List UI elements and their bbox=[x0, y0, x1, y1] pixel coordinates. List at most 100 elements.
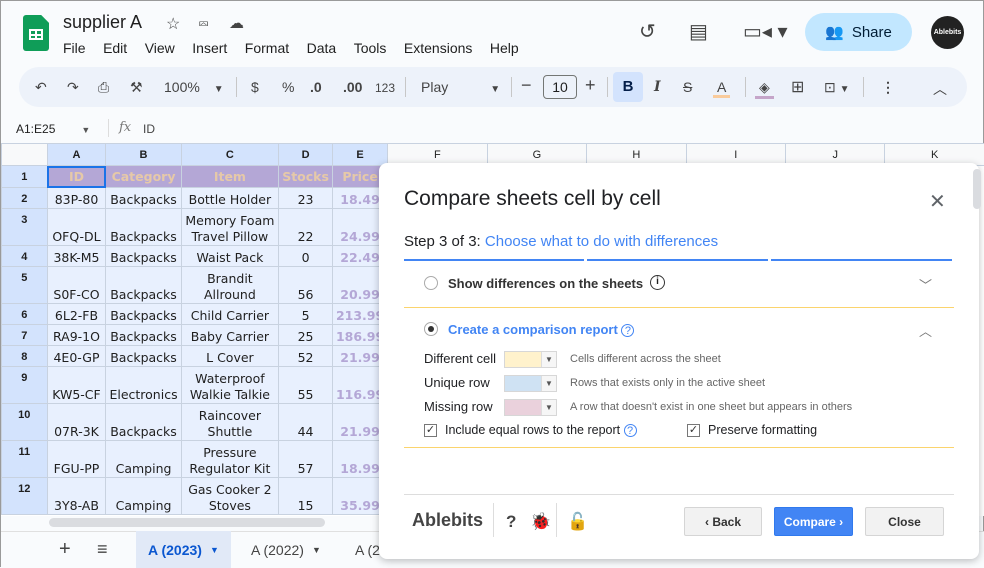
cell[interactable]: 83P-80 bbox=[47, 188, 106, 209]
sheet-tab[interactable]: A (2022)▼ bbox=[239, 531, 333, 568]
bold-button[interactable]: B bbox=[613, 72, 643, 102]
bug-report-icon[interactable]: 🐞 bbox=[530, 512, 551, 532]
show-differences-label[interactable]: Show differences on the sheets bbox=[448, 276, 643, 291]
help-icon[interactable]: ? bbox=[621, 324, 634, 337]
cell[interactable]: Camping bbox=[106, 478, 181, 515]
column-header[interactable]: B bbox=[106, 144, 181, 166]
cell[interactable]: Backpacks bbox=[106, 188, 181, 209]
paint-format-icon[interactable]: ⚒ bbox=[130, 79, 143, 96]
cell[interactable]: 22 bbox=[279, 209, 333, 246]
menu-format[interactable]: Format bbox=[245, 40, 289, 56]
menu-file[interactable]: File bbox=[63, 40, 86, 56]
cell[interactable]: 38K-M5 bbox=[47, 246, 106, 267]
cell[interactable]: 25 bbox=[279, 325, 333, 346]
cell[interactable]: OFQ-DL bbox=[47, 209, 106, 246]
cell[interactable]: 5 bbox=[279, 304, 333, 325]
cell[interactable]: 23 bbox=[279, 188, 333, 209]
cell[interactable]: Stocks bbox=[279, 166, 333, 188]
borders-icon[interactable]: ⊞ bbox=[791, 77, 804, 97]
row-header[interactable]: 3 bbox=[2, 209, 48, 246]
menu-edit[interactable]: Edit bbox=[103, 40, 127, 56]
cell[interactable]: Brandit Allround bbox=[181, 267, 279, 304]
cell[interactable]: 4E0-GP bbox=[47, 346, 106, 367]
move-folder-icon[interactable]: ⮹ bbox=[198, 16, 209, 33]
horizontal-scrollbar[interactable] bbox=[49, 518, 325, 527]
comparison-report-label[interactable]: Create a comparison report ? bbox=[448, 322, 634, 337]
star-icon[interactable]: ☆ bbox=[166, 14, 180, 34]
sheet-tab[interactable]: A (2023)▼ bbox=[136, 531, 231, 568]
cell[interactable]: Electronics bbox=[106, 367, 181, 404]
privacy-info-icon[interactable]: 🔓 bbox=[567, 512, 588, 532]
cell[interactable]: KW5-CF bbox=[47, 367, 106, 404]
close-button[interactable]: Close bbox=[865, 507, 944, 536]
cell[interactable]: Category bbox=[106, 166, 181, 188]
cell[interactable]: ID bbox=[47, 166, 106, 188]
cell[interactable]: L Cover bbox=[181, 346, 279, 367]
cell[interactable]: 55 bbox=[279, 367, 333, 404]
preserve-formatting-label[interactable]: Preserve formatting bbox=[708, 423, 817, 437]
formula-input[interactable]: ID bbox=[143, 122, 155, 136]
decrease-font-size-button[interactable]: − bbox=[521, 75, 532, 96]
cloud-saved-icon[interactable]: ☁ bbox=[229, 14, 244, 32]
comments-icon[interactable]: ▤ bbox=[689, 19, 708, 44]
row-header[interactable]: 10 bbox=[2, 404, 48, 441]
row-header[interactable]: 9 bbox=[2, 367, 48, 404]
dialog-scrollbar[interactable] bbox=[973, 169, 981, 209]
cell[interactable]: 44 bbox=[279, 404, 333, 441]
chevron-down-icon[interactable]: ﹀ bbox=[919, 275, 932, 294]
cell[interactable]: Waterproof Walkie Talkie bbox=[181, 367, 279, 404]
row-header[interactable]: 1 bbox=[2, 166, 48, 188]
font-size-input[interactable]: 10 bbox=[543, 75, 577, 99]
percent-button[interactable]: % bbox=[282, 79, 294, 95]
cell[interactable]: Backpacks bbox=[106, 209, 181, 246]
collapse-toolbar-icon[interactable]: ︿ bbox=[933, 79, 947, 99]
cell[interactable]: Backpacks bbox=[106, 304, 181, 325]
chevron-up-icon[interactable]: ︿ bbox=[919, 321, 932, 340]
unique-row-color-picker[interactable]: ▼ bbox=[504, 375, 557, 392]
cell[interactable]: Backpacks bbox=[106, 267, 181, 304]
ablebits-logo[interactable]: Ablebits bbox=[412, 510, 483, 531]
cell[interactable]: Baby Carrier bbox=[181, 325, 279, 346]
cell[interactable]: 52 bbox=[279, 346, 333, 367]
column-header[interactable]: E bbox=[332, 144, 387, 166]
font-select[interactable]: Play▼ bbox=[421, 79, 500, 95]
cell[interactable]: RA9-1O bbox=[47, 325, 106, 346]
cell[interactable]: 07R-3K bbox=[47, 404, 106, 441]
avatar[interactable]: Ablebits bbox=[931, 16, 964, 49]
help-icon[interactable]: ? bbox=[506, 512, 516, 532]
version-history-icon[interactable]: ↺ bbox=[639, 19, 656, 44]
currency-button[interactable]: $ bbox=[251, 79, 259, 95]
cell[interactable]: Bottle Holder bbox=[181, 188, 279, 209]
cell[interactable]: Camping bbox=[106, 441, 181, 478]
cell[interactable]: Raincover Shuttle bbox=[181, 404, 279, 441]
undo-icon[interactable]: ↶ bbox=[35, 79, 47, 96]
cell[interactable]: Gas Cooker 2 Stoves bbox=[181, 478, 279, 515]
column-header[interactable]: D bbox=[279, 144, 333, 166]
more-options-icon[interactable]: ⋮ bbox=[881, 79, 895, 96]
zoom-select[interactable]: 100% ▼ bbox=[164, 79, 224, 95]
show-differences-radio[interactable] bbox=[424, 276, 438, 290]
close-icon[interactable]: ✕ bbox=[929, 189, 946, 214]
text-color-button[interactable]: A bbox=[713, 79, 730, 98]
info-icon[interactable]: i bbox=[650, 275, 665, 290]
row-header[interactable]: 4 bbox=[2, 246, 48, 267]
sheets-logo[interactable] bbox=[23, 15, 49, 51]
row-header[interactable]: 5 bbox=[2, 267, 48, 304]
cell[interactable]: Backpacks bbox=[106, 325, 181, 346]
menu-data[interactable]: Data bbox=[307, 40, 337, 56]
include-equal-label[interactable]: Include equal rows to the report ? bbox=[445, 423, 637, 437]
cell[interactable]: Child Carrier bbox=[181, 304, 279, 325]
cell[interactable]: 15 bbox=[279, 478, 333, 515]
cell[interactable]: Pressure Regulator Kit bbox=[181, 441, 279, 478]
column-header[interactable]: A bbox=[47, 144, 106, 166]
print-icon[interactable]: ⎙ bbox=[98, 79, 109, 96]
menu-extensions[interactable]: Extensions bbox=[404, 40, 472, 56]
cell[interactable]: Memory Foam Travel Pillow bbox=[181, 209, 279, 246]
decrease-decimal-button[interactable]: .0 bbox=[310, 79, 322, 95]
row-header[interactable]: 12 bbox=[2, 478, 48, 515]
cell[interactable]: 0 bbox=[279, 246, 333, 267]
number-format-button[interactable]: 123 bbox=[375, 81, 395, 95]
preserve-formatting-checkbox[interactable]: ✓ bbox=[687, 424, 700, 437]
cell[interactable]: Backpacks bbox=[106, 346, 181, 367]
different-cell-color-picker[interactable]: ▼ bbox=[504, 351, 557, 368]
